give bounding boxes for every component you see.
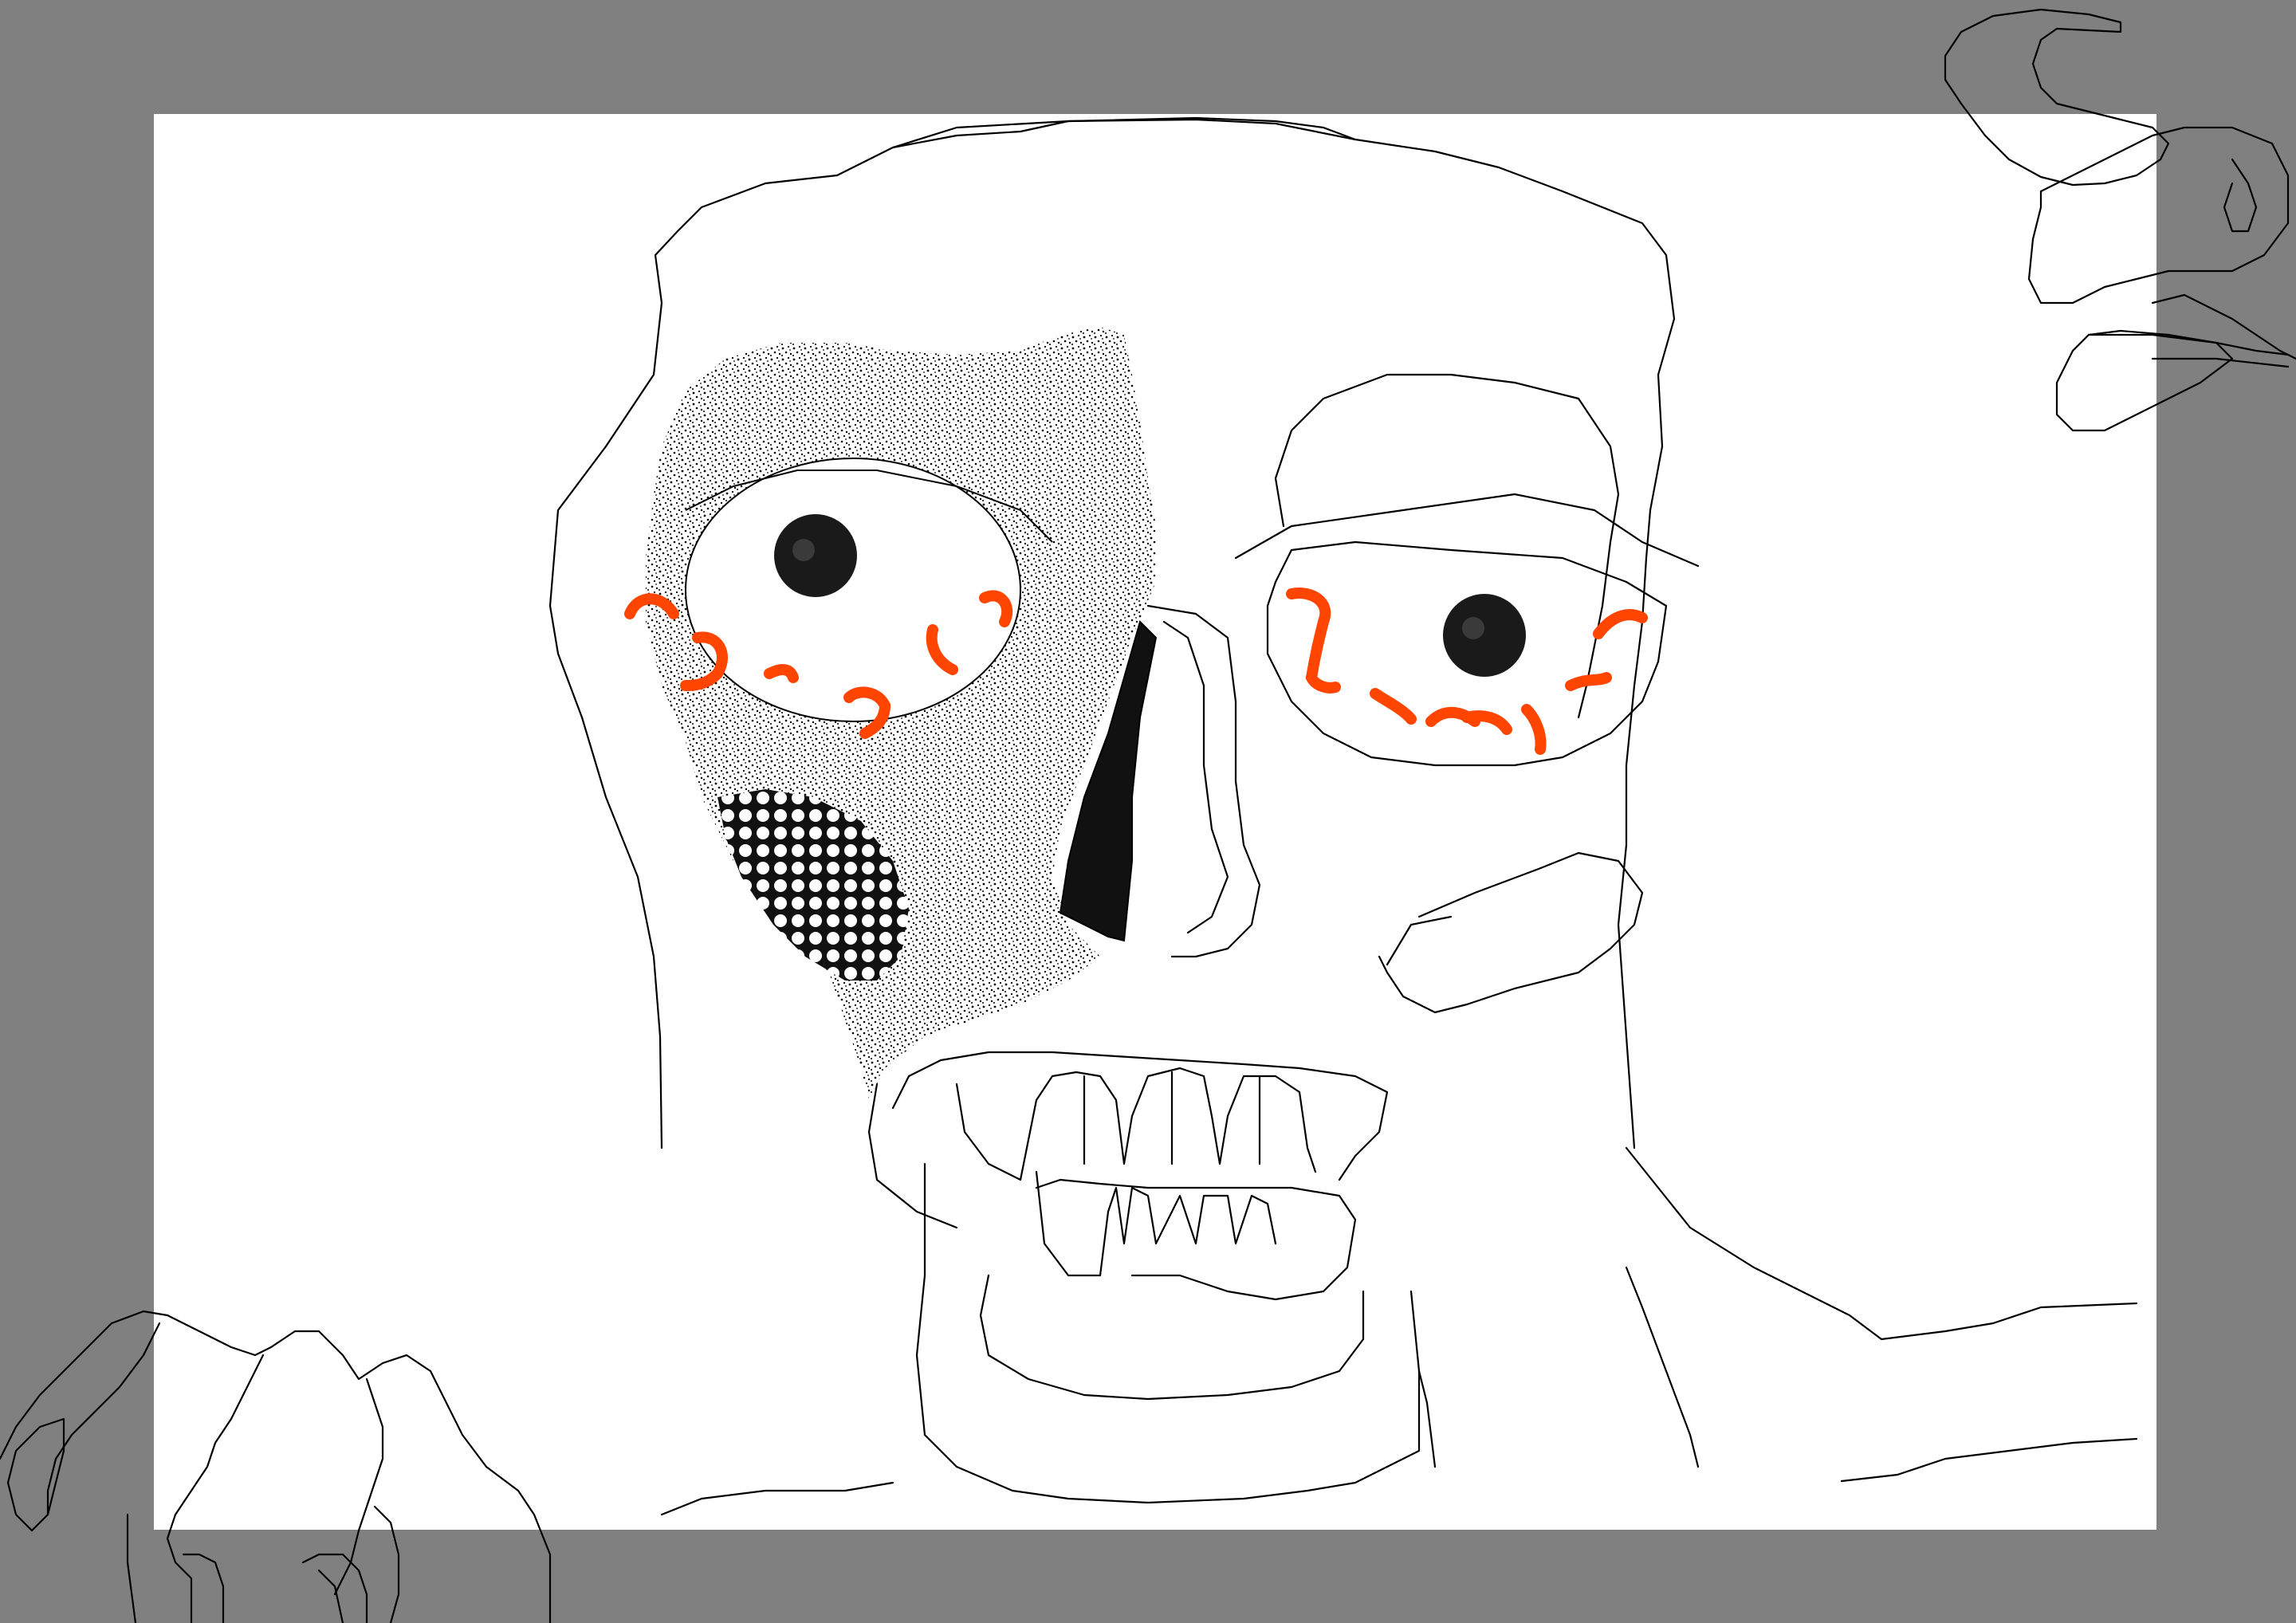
- line-drawing: [0, 8, 2296, 1623]
- mouth-outline: [891, 1051, 1389, 1181]
- left-pupil: [774, 514, 857, 597]
- claw-bottom-left: [0, 1310, 552, 1623]
- claw-top-right: [1944, 8, 2170, 187]
- nose-outline: [1146, 604, 1261, 958]
- right-pupil: [1443, 594, 1526, 677]
- left-eye-white: [685, 458, 1021, 722]
- upper-teeth: [955, 1067, 1317, 1181]
